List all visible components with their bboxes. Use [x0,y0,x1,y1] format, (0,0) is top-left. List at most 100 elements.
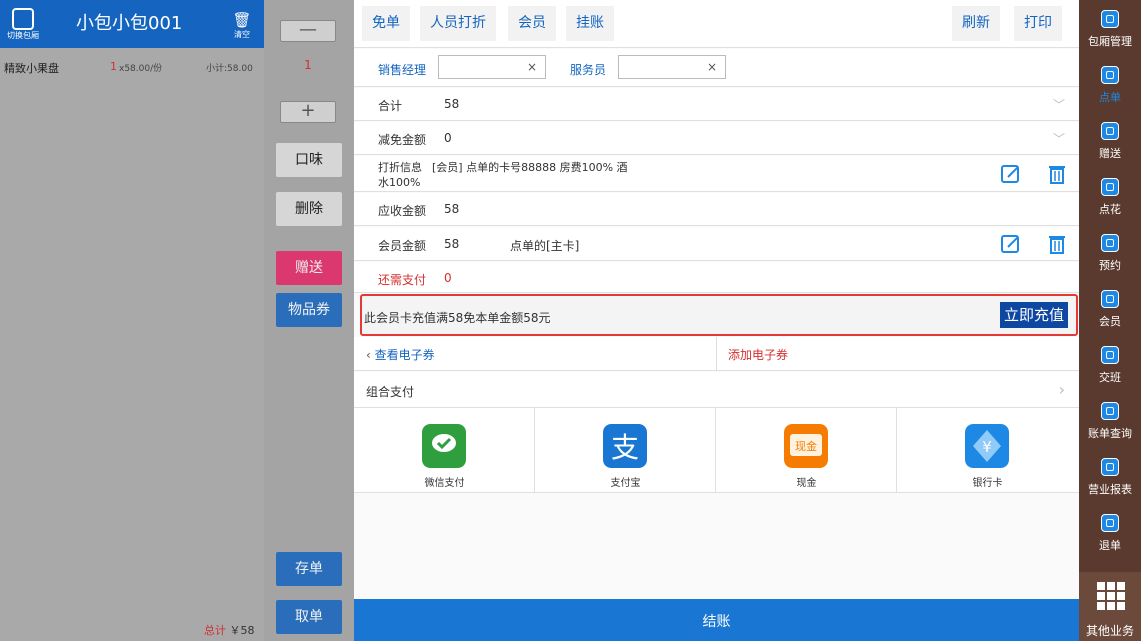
reservation-icon [1101,234,1119,252]
cash-option[interactable]: 现金 现金 [716,408,897,493]
switch-room-icon [12,8,34,30]
total-row[interactable]: 合计 58 ﹀ [354,88,1079,121]
chevron-right-icon: › [1058,380,1065,399]
receivable-row: 应收金额 58 [354,193,1079,226]
combo-pay-row[interactable]: 组合支付 › [354,372,1079,408]
decrease-qty-button[interactable]: — [280,20,336,42]
total-label: 合计 [378,99,403,113]
clear-icon[interactable]: × [527,60,537,74]
divider [716,337,717,371]
recharge-now-button[interactable]: 立即充值 [999,302,1068,328]
member-button[interactable]: 会员 [508,6,556,41]
item-subtotal: 小计:58.00 [206,64,253,74]
clear-icon[interactable]: × [707,60,717,74]
order-item-row[interactable]: 精致小果盘 1 x58.00/份 小计:58.00 [0,54,264,78]
nav-item-reservation[interactable]: 预约 [1079,224,1141,280]
trash-icon[interactable] [1046,233,1068,255]
switch-room-button[interactable]: 切换包厢 [4,4,42,46]
other-business-label: 其他业务 [1085,624,1134,638]
switch-room-label: 切换包厢 [7,31,39,40]
voucher-button[interactable]: 物品券 [276,293,342,327]
coupon-row: ‹ 查看电子券 添加电子券 [354,337,1079,371]
reduction-value: 0 [444,131,452,145]
clear-button[interactable]: 🗑 清空 [228,10,256,40]
gift-icon [1101,122,1119,140]
nav-item-report[interactable]: 营业报表 [1079,448,1141,504]
member-amount-value: 58 [444,237,460,251]
nav-item-bill-query[interactable]: 账单查询 [1079,392,1141,448]
bank-card-option[interactable]: ¥ 银行卡 [897,408,1078,493]
hang-account-button[interactable]: 挂账 [566,6,614,41]
free-order-button[interactable]: 免单 [362,6,410,41]
add-coupon-link[interactable]: 添加电子券 [728,346,788,363]
view-coupon-link[interactable]: ‹ 查看电子券 [366,346,435,363]
svg-text:¥: ¥ [982,438,992,456]
increase-qty-button[interactable]: + [280,101,336,123]
total-label: 总计 [204,624,226,637]
refresh-button[interactable]: 刷新 [952,6,1000,41]
edit-icon[interactable] [1000,163,1022,185]
shift-icon [1101,346,1119,364]
nav-label: 退单 [1099,539,1121,552]
flower-icon [1101,178,1119,196]
nav-item-order[interactable]: 点单 [1079,56,1141,112]
receivable-value: 58 [444,202,460,216]
trash-icon: 🗑 [232,11,252,29]
checkout-button[interactable]: 结账 [354,599,1079,641]
discount-value-cont: 水100% [378,176,421,189]
item-price: x58.00/份 [119,64,163,74]
svg-text:支: 支 [611,431,639,464]
sales-manager-input[interactable]: × [438,55,546,79]
nav-item-shift[interactable]: 交班 [1079,336,1141,392]
alipay-option[interactable]: 支 支付宝 [535,408,716,493]
nav-item-gift[interactable]: 赠送 [1079,112,1141,168]
waiter-input[interactable]: × [618,55,726,79]
print-button[interactable]: 打印 [1014,6,1062,41]
other-business-button[interactable]: 其他业务 [1079,572,1141,641]
take-order-button[interactable]: 取单 [276,600,342,634]
qty-value: 1 [304,58,312,72]
reduction-row[interactable]: 减免金额 0 ﹀ [354,122,1079,155]
nav-item-member[interactable]: 会员 [1079,280,1141,336]
svg-text:现金: 现金 [795,439,817,453]
due-row: 还需支付 0 [354,262,1079,293]
payment-label: 现金 [796,478,817,489]
gift-button[interactable]: 赠送 [276,251,342,285]
wechat-pay-icon [422,424,466,468]
discount-info-row: 打折信息 [会员] 点单的卡号88888 房费100% 酒 水100% [354,156,1079,192]
recharge-promo-banner: 此会员卡充值满58免本单金额58元 立即充值 [360,294,1078,336]
payment-methods: 微信支付 支 支付宝 现金 现金 ¥ 银行卡 [354,408,1079,493]
member-card-label: 点单的[主卡] [510,239,580,253]
payment-label: 支付宝 [610,478,641,489]
nav-item-room-manage[interactable]: 包厢管理 [1079,0,1141,56]
nav-label: 赠送 [1099,147,1121,160]
order-header: 切换包厢 小包小包001 🗑 清空 [0,0,264,48]
delete-button[interactable]: 删除 [276,192,342,226]
order-panel: 切换包厢 小包小包001 🗑 清空 精致小果盘 1 x58.00/份 小计:58… [0,0,264,641]
item-name: 精致小果盘 [4,62,59,75]
nav-item-flower[interactable]: 点花 [1079,168,1141,224]
staff-discount-button[interactable]: 人员打折 [420,6,496,41]
staff-row: 销售经理 × 服务员 × [354,49,1079,87]
trash-icon[interactable] [1046,163,1068,185]
sales-manager-label: 销售经理 [378,63,427,77]
side-nav: 包厢管理 点单 赠送 点花 预约 会员 交班 账单查询 营业报表 退单 其他业务 [1079,0,1141,641]
flavor-button[interactable]: 口味 [276,143,342,177]
nav-label: 点花 [1099,203,1121,216]
promo-text: 此会员卡充值满58免本单金额58元 [364,311,551,325]
nav-label: 营业报表 [1088,483,1132,496]
combo-pay-label: 组合支付 [366,385,415,399]
chevron-left-icon: ‹ [366,348,375,362]
refund-icon [1101,514,1119,532]
nav-item-refund[interactable]: 退单 [1079,504,1141,560]
nav-label: 会员 [1099,315,1121,328]
grid-icon [1097,582,1125,610]
report-icon [1101,458,1119,476]
member-icon [1101,290,1119,308]
order-icon [1101,66,1119,84]
edit-icon[interactable] [1000,233,1022,255]
chevron-down-icon: ﹀ [1052,98,1065,112]
member-amount-label: 会员金额 [378,239,427,253]
wechat-pay-option[interactable]: 微信支付 [354,408,535,493]
save-order-button[interactable]: 存单 [276,552,342,586]
